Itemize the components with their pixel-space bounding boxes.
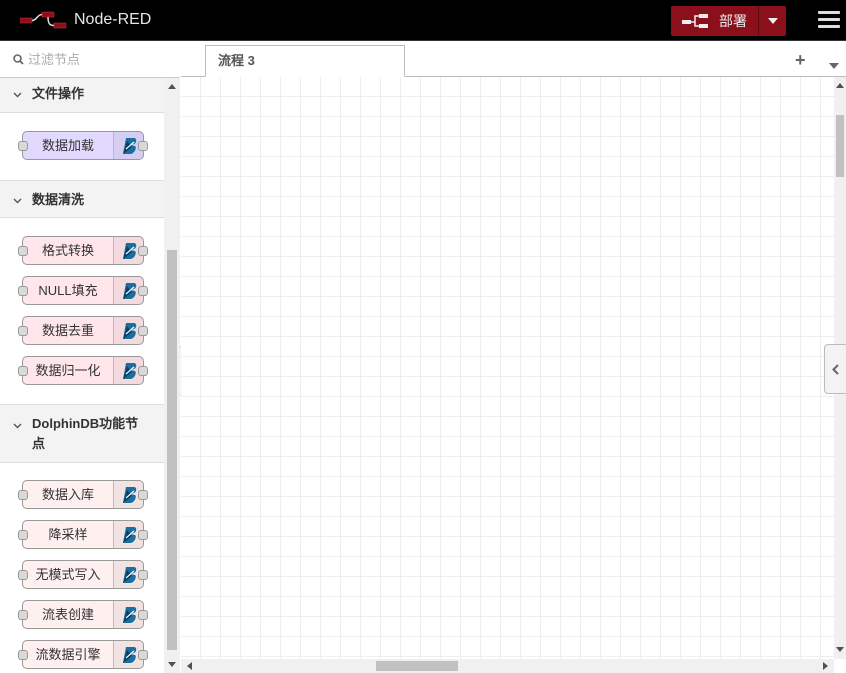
output-port <box>138 286 148 296</box>
sidebar-toggle[interactable] <box>824 344 846 394</box>
palette-node-label: 流表创建 <box>41 607 94 622</box>
vertical-scrollbar-thumb[interactable] <box>836 115 844 177</box>
palette-node-label: 流数据引擎 <box>35 647 101 662</box>
deploy-button[interactable]: 部署 <box>671 6 786 36</box>
palette-node-label: 格式转换 <box>41 243 94 258</box>
palette-node[interactable]: 无模式写入 <box>18 560 148 589</box>
caret-down-icon <box>767 18 778 24</box>
palette-node-label: 数据加载 <box>41 138 94 153</box>
main-menu-button[interactable] <box>818 11 840 31</box>
input-port <box>18 490 28 500</box>
category-header[interactable]: DolphinDB功能节 点 <box>0 404 164 463</box>
chevron-down-icon <box>13 78 22 110</box>
chevron-left-icon <box>832 363 839 375</box>
output-port <box>138 141 148 151</box>
workspace-tabs: 流程 3 + <box>181 41 846 77</box>
app-logo: Node-RED <box>20 10 151 30</box>
hamburger-bar <box>818 11 840 14</box>
hamburger-bar <box>818 18 840 21</box>
palette-node[interactable]: 数据去重 <box>18 316 148 345</box>
input-port <box>18 366 28 376</box>
app-title: Node-RED <box>74 11 152 28</box>
caret-down-icon <box>829 63 839 69</box>
output-port <box>138 530 148 540</box>
tab-list-button[interactable] <box>829 57 839 72</box>
search-icon <box>13 53 24 65</box>
palette-scrollbar-thumb[interactable] <box>167 250 177 650</box>
palette-node[interactable]: 流数据引擎 <box>18 640 148 669</box>
category-header[interactable]: 文件操作 <box>0 78 164 113</box>
deploy-label: 部署 <box>719 13 747 29</box>
palette-node[interactable]: 降采样 <box>18 520 148 549</box>
palette-node-label: 无模式写入 <box>35 567 101 582</box>
horizontal-scrollbar-thumb[interactable] <box>376 661 458 671</box>
output-port <box>138 490 148 500</box>
header: Node-RED 部署 <box>0 0 846 41</box>
add-flow-icon[interactable]: + <box>795 50 806 71</box>
palette-list: 文件操作 数据清洗 DolphinDB功能节 点 数据加载 格式转换 NULL填… <box>0 78 164 673</box>
scroll-left-arrow-icon[interactable] <box>187 662 192 670</box>
category-label: 数据清洗 <box>32 192 85 207</box>
palette-node[interactable]: 流表创建 <box>18 600 148 629</box>
deploy-main-button[interactable]: 部署 <box>671 6 759 36</box>
scroll-right-arrow-icon[interactable] <box>823 662 828 670</box>
output-port <box>138 570 148 580</box>
output-port <box>138 650 148 660</box>
output-port <box>138 610 148 620</box>
output-port <box>138 366 148 376</box>
scroll-up-arrow-icon[interactable] <box>836 83 844 88</box>
palette-node-label: 数据入库 <box>41 487 94 502</box>
palette-scrollbar[interactable] <box>164 78 180 673</box>
input-port <box>18 286 28 296</box>
output-port <box>138 326 148 336</box>
input-port <box>18 530 28 540</box>
workspace-canvas[interactable] <box>181 77 834 659</box>
chevron-down-icon <box>13 181 22 219</box>
input-port <box>18 141 28 151</box>
input-port <box>18 610 28 620</box>
palette-node[interactable]: 格式转换 <box>18 236 148 265</box>
input-port <box>18 570 28 580</box>
deploy-options-button[interactable] <box>759 18 786 24</box>
deploy-icon <box>682 14 708 28</box>
node-red-logo-icon <box>20 11 67 29</box>
palette-node-label: NULL填充 <box>38 283 98 298</box>
palette-filter-input[interactable] <box>28 51 168 67</box>
palette-category-file-ops: 文件操作 <box>0 78 164 180</box>
category-label: DolphinDB功能节 <box>32 416 139 431</box>
palette-node-label: 数据去重 <box>41 323 94 338</box>
palette-node-label: 数据归一化 <box>35 363 101 378</box>
node-palette: 文件操作 数据清洗 DolphinDB功能节 点 <box>0 41 180 673</box>
category-label: 文件操作 <box>32 86 85 101</box>
category-header[interactable]: 数据清洗 <box>0 180 164 218</box>
category-label-wrap: 点 <box>32 436 46 451</box>
output-port <box>138 246 148 256</box>
scroll-down-arrow-icon[interactable] <box>168 662 176 667</box>
input-port <box>18 246 28 256</box>
workspace-horizontal-scrollbar[interactable] <box>181 659 834 673</box>
hamburger-bar <box>818 25 840 28</box>
palette-node-label: 降采样 <box>48 527 88 542</box>
scroll-down-arrow-icon[interactable] <box>836 647 844 652</box>
palette-node[interactable]: NULL填充 <box>18 276 148 305</box>
input-port <box>18 326 28 336</box>
input-port <box>18 650 28 660</box>
palette-node[interactable]: 数据加载 <box>18 131 148 160</box>
palette-filter[interactable] <box>0 41 180 78</box>
scroll-up-arrow-icon[interactable] <box>168 84 176 89</box>
palette-node[interactable]: 数据入库 <box>18 480 148 509</box>
tab-flow-3[interactable]: 流程 3 <box>205 45 405 77</box>
chevron-down-icon <box>13 415 22 435</box>
palette-node[interactable]: 数据归一化 <box>18 356 148 385</box>
